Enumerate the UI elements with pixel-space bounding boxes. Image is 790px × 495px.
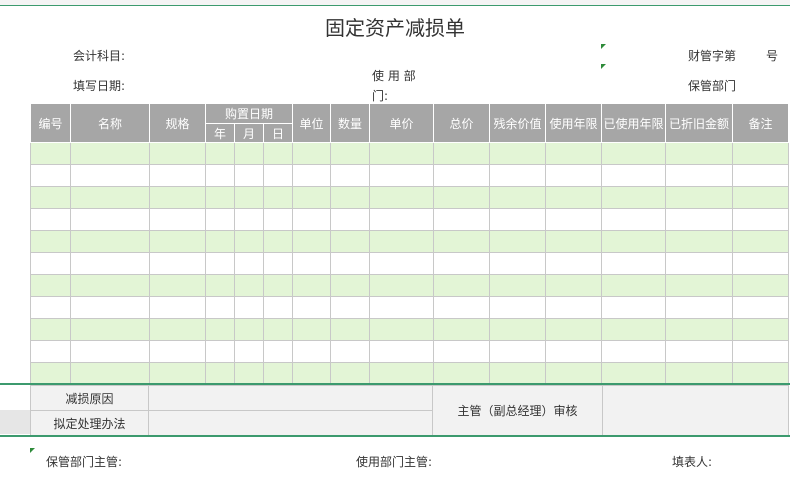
fill-date-label: 填写日期: bbox=[73, 79, 126, 93]
page-title: 固定资产减损单 bbox=[325, 16, 465, 40]
cell-comment-marker bbox=[601, 44, 606, 49]
table-row bbox=[30, 296, 790, 319]
table-row bbox=[30, 252, 790, 275]
supervisor-review-label: 主管（副总经理）审核 bbox=[432, 385, 603, 436]
row-side-shade bbox=[0, 410, 30, 434]
col-header-purchase-date: 购置日期 bbox=[204, 103, 294, 124]
asset-table-body bbox=[30, 142, 790, 385]
table-row bbox=[30, 208, 790, 231]
use-dept-head-label: 使用部门主管: bbox=[356, 455, 433, 469]
col-header-month: 月 bbox=[234, 123, 264, 143]
col-header-depreciated: 已折旧金额 bbox=[665, 103, 734, 143]
table-row bbox=[30, 362, 790, 385]
disposal-plan-field[interactable] bbox=[148, 410, 433, 436]
reason-table: 减损原因 主管（副总经理）审核 拟定处理办法 bbox=[30, 385, 789, 436]
col-header-total: 总价 bbox=[433, 103, 491, 143]
table-row bbox=[30, 186, 790, 209]
filler-label: 填表人: bbox=[672, 455, 713, 469]
cell-comment-marker bbox=[30, 448, 35, 453]
reason-label: 减损原因 bbox=[30, 385, 149, 411]
asset-table: 编号 名称 规格 购置日期 单位 数量 单价 总价 残余价值 使用年限 已使用年… bbox=[30, 103, 790, 385]
col-header-name: 名称 bbox=[70, 103, 150, 143]
col-header-qty: 数量 bbox=[330, 103, 371, 143]
custody-dept-label: 保管部门 bbox=[688, 79, 737, 93]
table-row bbox=[30, 142, 790, 165]
finance-no-label: 财管字第 bbox=[688, 49, 737, 63]
supervisor-review-field[interactable] bbox=[602, 385, 789, 436]
finance-no-suffix: 号 bbox=[766, 49, 779, 63]
account-subject-label: 会计科目: bbox=[73, 49, 126, 63]
col-header-no: 编号 bbox=[30, 103, 71, 143]
col-header-unit-price: 单价 bbox=[369, 103, 435, 143]
table-row bbox=[30, 164, 790, 187]
disposal-plan-label: 拟定处理办法 bbox=[30, 410, 149, 436]
use-dept-label-cont: 门: bbox=[372, 89, 389, 103]
cell-comment-marker bbox=[601, 64, 606, 69]
col-header-day: 日 bbox=[262, 123, 294, 143]
table-row bbox=[30, 318, 790, 341]
col-header-spec: 规格 bbox=[149, 103, 206, 143]
col-header-used-years: 已使用年限 bbox=[601, 103, 667, 143]
reason-field[interactable] bbox=[148, 385, 433, 411]
col-header-residual: 残余价值 bbox=[489, 103, 547, 143]
table-row bbox=[30, 274, 790, 297]
col-header-year: 年 bbox=[205, 123, 235, 143]
col-header-service-life: 使用年限 bbox=[545, 103, 603, 143]
top-strip bbox=[0, 0, 790, 6]
table-row bbox=[30, 230, 790, 253]
use-dept-label: 使 用 部 bbox=[372, 69, 416, 83]
section-divider-bottom bbox=[0, 435, 790, 437]
table-row bbox=[30, 340, 790, 363]
custody-head-label: 保管部门主管: bbox=[46, 455, 123, 469]
col-header-unit: 单位 bbox=[292, 103, 332, 143]
col-header-remark: 备注 bbox=[732, 103, 790, 143]
